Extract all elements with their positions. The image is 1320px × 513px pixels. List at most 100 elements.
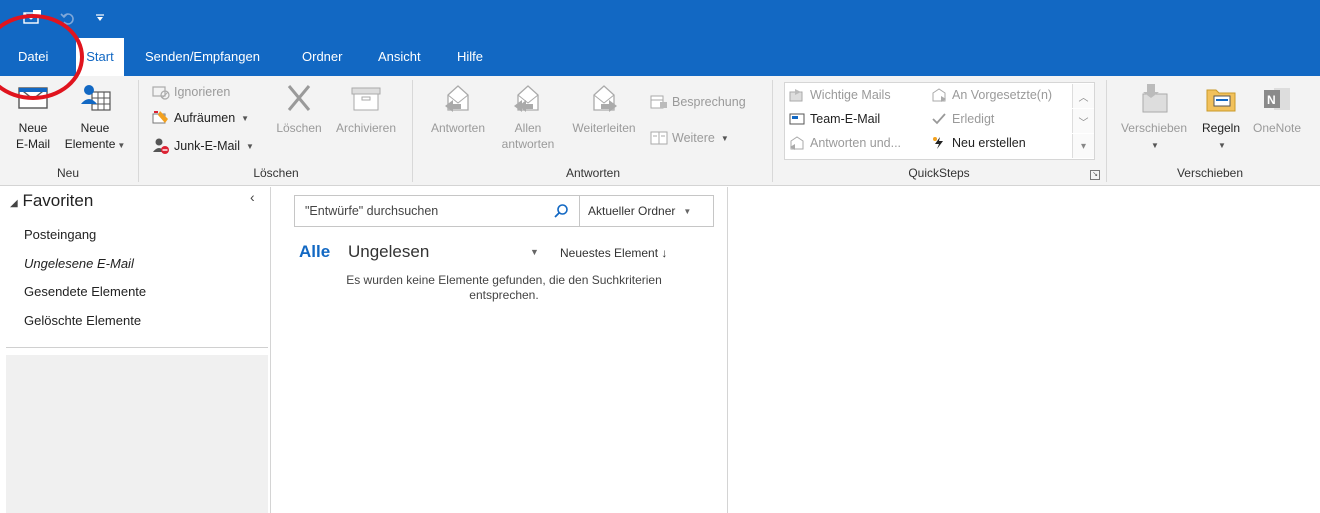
new-items-label-2: Elemente xyxy=(64,137,116,151)
delete-x-icon xyxy=(287,85,311,111)
new-email-button[interactable]: Neue E-Mail xyxy=(6,82,60,152)
tab-ordner[interactable]: Ordner xyxy=(294,38,350,76)
reply-all-label-1: Allen xyxy=(514,121,542,135)
empty-message-line-2: entsprechen. xyxy=(469,288,539,302)
nav-item-gesendete[interactable]: Gesendete Elemente xyxy=(24,284,146,299)
quickstep-neu-erstellen[interactable]: Neu erstellen xyxy=(931,133,1026,153)
new-items-dropdown-icon: ▼ xyxy=(117,141,126,150)
rules-button[interactable]: Regeln ▼ xyxy=(1196,82,1246,154)
new-items-button[interactable]: Neue Elemente ▼ xyxy=(60,82,130,154)
search-input[interactable] xyxy=(295,196,579,226)
dialog-launcher-icon[interactable]: ↘ xyxy=(1090,170,1100,180)
group-label-quicksteps: QuickSteps xyxy=(908,166,970,180)
reply-label: Antworten xyxy=(430,121,486,135)
delete-label: Löschen xyxy=(276,121,322,135)
quicksteps-expand-button[interactable]: ▾ xyxy=(1072,134,1094,158)
quickstep-label: Neu erstellen xyxy=(952,136,1026,150)
more-icon xyxy=(650,131,668,145)
cleanup-dropdown-icon: ▼ xyxy=(241,113,250,123)
favorites-header[interactable]: ◢ Favoriten xyxy=(10,191,93,211)
rules-dropdown-icon: ▼ xyxy=(1218,141,1226,150)
meeting-label: Besprechung xyxy=(672,95,746,109)
quickstep-label: Wichtige Mails xyxy=(810,88,891,102)
forward-icon xyxy=(593,85,617,112)
cleanup-button[interactable]: Aufräumen ▼ xyxy=(152,108,249,128)
quicksteps-scroll-up-button[interactable]: ︿ xyxy=(1072,84,1094,108)
customize-qat-icon[interactable] xyxy=(92,8,108,28)
reply-all-label-2: antworten xyxy=(501,137,555,151)
reply-button[interactable]: Antworten xyxy=(422,82,494,136)
move-to-icon xyxy=(789,89,803,102)
nav-item-geloeschte[interactable]: Gelöschte Elemente xyxy=(24,313,141,328)
chevron-down-icon: ▼ xyxy=(683,206,692,216)
new-email-label-1: Neue xyxy=(18,121,48,135)
move-dropdown-icon: ▼ xyxy=(1151,141,1159,150)
search-scope-dropdown[interactable]: Aktueller Ordner ▼ xyxy=(579,196,713,226)
title-bar xyxy=(0,0,1320,38)
collapse-pane-icon[interactable]: ‹ xyxy=(250,189,255,205)
group-separator xyxy=(1106,80,1107,182)
more-dropdown-icon: ▼ xyxy=(720,133,729,143)
move-button[interactable]: Verschieben ▼ xyxy=(1112,82,1196,154)
divider xyxy=(6,347,268,348)
cleanup-icon xyxy=(152,111,168,124)
ignore-button[interactable]: Ignorieren xyxy=(152,82,230,102)
tab-datei[interactable]: Datei xyxy=(10,38,56,76)
ribbon-tab-bar: Datei Start Senden/Empfangen Ordner Ansi… xyxy=(0,38,1320,76)
quicksteps-scroll-down-button[interactable]: ﹀ xyxy=(1072,109,1094,133)
chevron-up-icon: ︿ xyxy=(1078,92,1089,104)
folder-pane-area xyxy=(6,355,268,513)
filter-unread[interactable]: Ungelesen xyxy=(348,242,429,262)
sort-button[interactable]: Neuestes Element ↓ xyxy=(560,246,667,260)
group-separator xyxy=(772,80,773,182)
lightning-icon xyxy=(933,137,943,149)
junk-button[interactable]: Junk-E-Mail ▼ xyxy=(152,136,254,156)
filter-all[interactable]: Alle xyxy=(299,242,330,262)
ignore-icon xyxy=(152,86,170,100)
quickstep-label: An Vorgesetzte(n) xyxy=(952,88,1053,102)
empty-message-line-1: Es wurden keine Elemente gefunden, die d… xyxy=(346,273,662,287)
onenote-button[interactable]: N OneNote xyxy=(1246,82,1308,136)
group-label-loeschen: Löschen xyxy=(253,166,299,180)
quickstep-team-email[interactable]: Team-E-Mail xyxy=(789,109,880,129)
search-icon[interactable] xyxy=(553,203,569,219)
rules-icon xyxy=(1206,89,1236,112)
group-label-neu: Neu xyxy=(56,166,79,180)
new-items-icon xyxy=(81,85,111,111)
archive-button[interactable]: Archivieren xyxy=(328,82,404,136)
new-email-icon xyxy=(18,87,48,109)
quickstep-wichtige-mails[interactable]: Wichtige Mails xyxy=(789,85,891,105)
tab-hilfe[interactable]: Hilfe xyxy=(449,38,491,76)
delete-button[interactable]: Löschen xyxy=(270,82,328,136)
forward-button[interactable]: Weiterleiten xyxy=(564,82,644,136)
navigation-pane: ◢ Favoriten ‹ Posteingang Ungelesene E-M… xyxy=(0,187,271,513)
reply-all-button[interactable]: Allen antworten xyxy=(496,82,560,152)
tab-start[interactable]: Start xyxy=(76,38,124,76)
forward-manager-icon xyxy=(932,88,946,102)
quickstep-erledigt[interactable]: Erledigt xyxy=(931,109,994,129)
move-label: Verschieben xyxy=(1120,121,1188,135)
junk-label: Junk-E-Mail xyxy=(174,139,240,153)
empty-list-message: Es wurden keine Elemente gefunden, die d… xyxy=(294,273,714,303)
quickstep-label: Erledigt xyxy=(952,112,995,126)
more-label: Weitere xyxy=(672,131,715,145)
undo-icon[interactable] xyxy=(58,8,78,28)
quickstep-an-vorgesetzte[interactable]: An Vorgesetzte(n) xyxy=(931,85,1052,105)
meeting-button[interactable]: Besprechung xyxy=(650,92,746,112)
tab-ansicht[interactable]: Ansicht xyxy=(370,38,429,76)
search-scope-label: Aktueller Ordner xyxy=(588,204,676,218)
nav-item-ungelesene[interactable]: Ungelesene E-Mail xyxy=(24,256,134,271)
checkmark-icon xyxy=(932,113,946,125)
group-separator xyxy=(138,80,139,182)
quickstep-antworten-und[interactable]: Antworten und... xyxy=(789,133,901,153)
expand-triangle-icon: ◢ xyxy=(10,198,18,209)
send-receive-icon[interactable] xyxy=(20,8,44,28)
quickstep-label: Team-E-Mail xyxy=(810,112,881,126)
tab-senden-empfangen[interactable]: Senden/Empfangen xyxy=(137,38,268,76)
team-email-icon xyxy=(789,113,805,125)
more-reply-button[interactable]: Weitere ▼ xyxy=(650,128,729,148)
chevron-down-icon: ﹀ xyxy=(1078,117,1089,129)
filter-dropdown-icon[interactable]: ▼ xyxy=(530,247,539,257)
nav-item-posteingang[interactable]: Posteingang xyxy=(24,227,96,242)
junk-icon xyxy=(153,138,169,154)
